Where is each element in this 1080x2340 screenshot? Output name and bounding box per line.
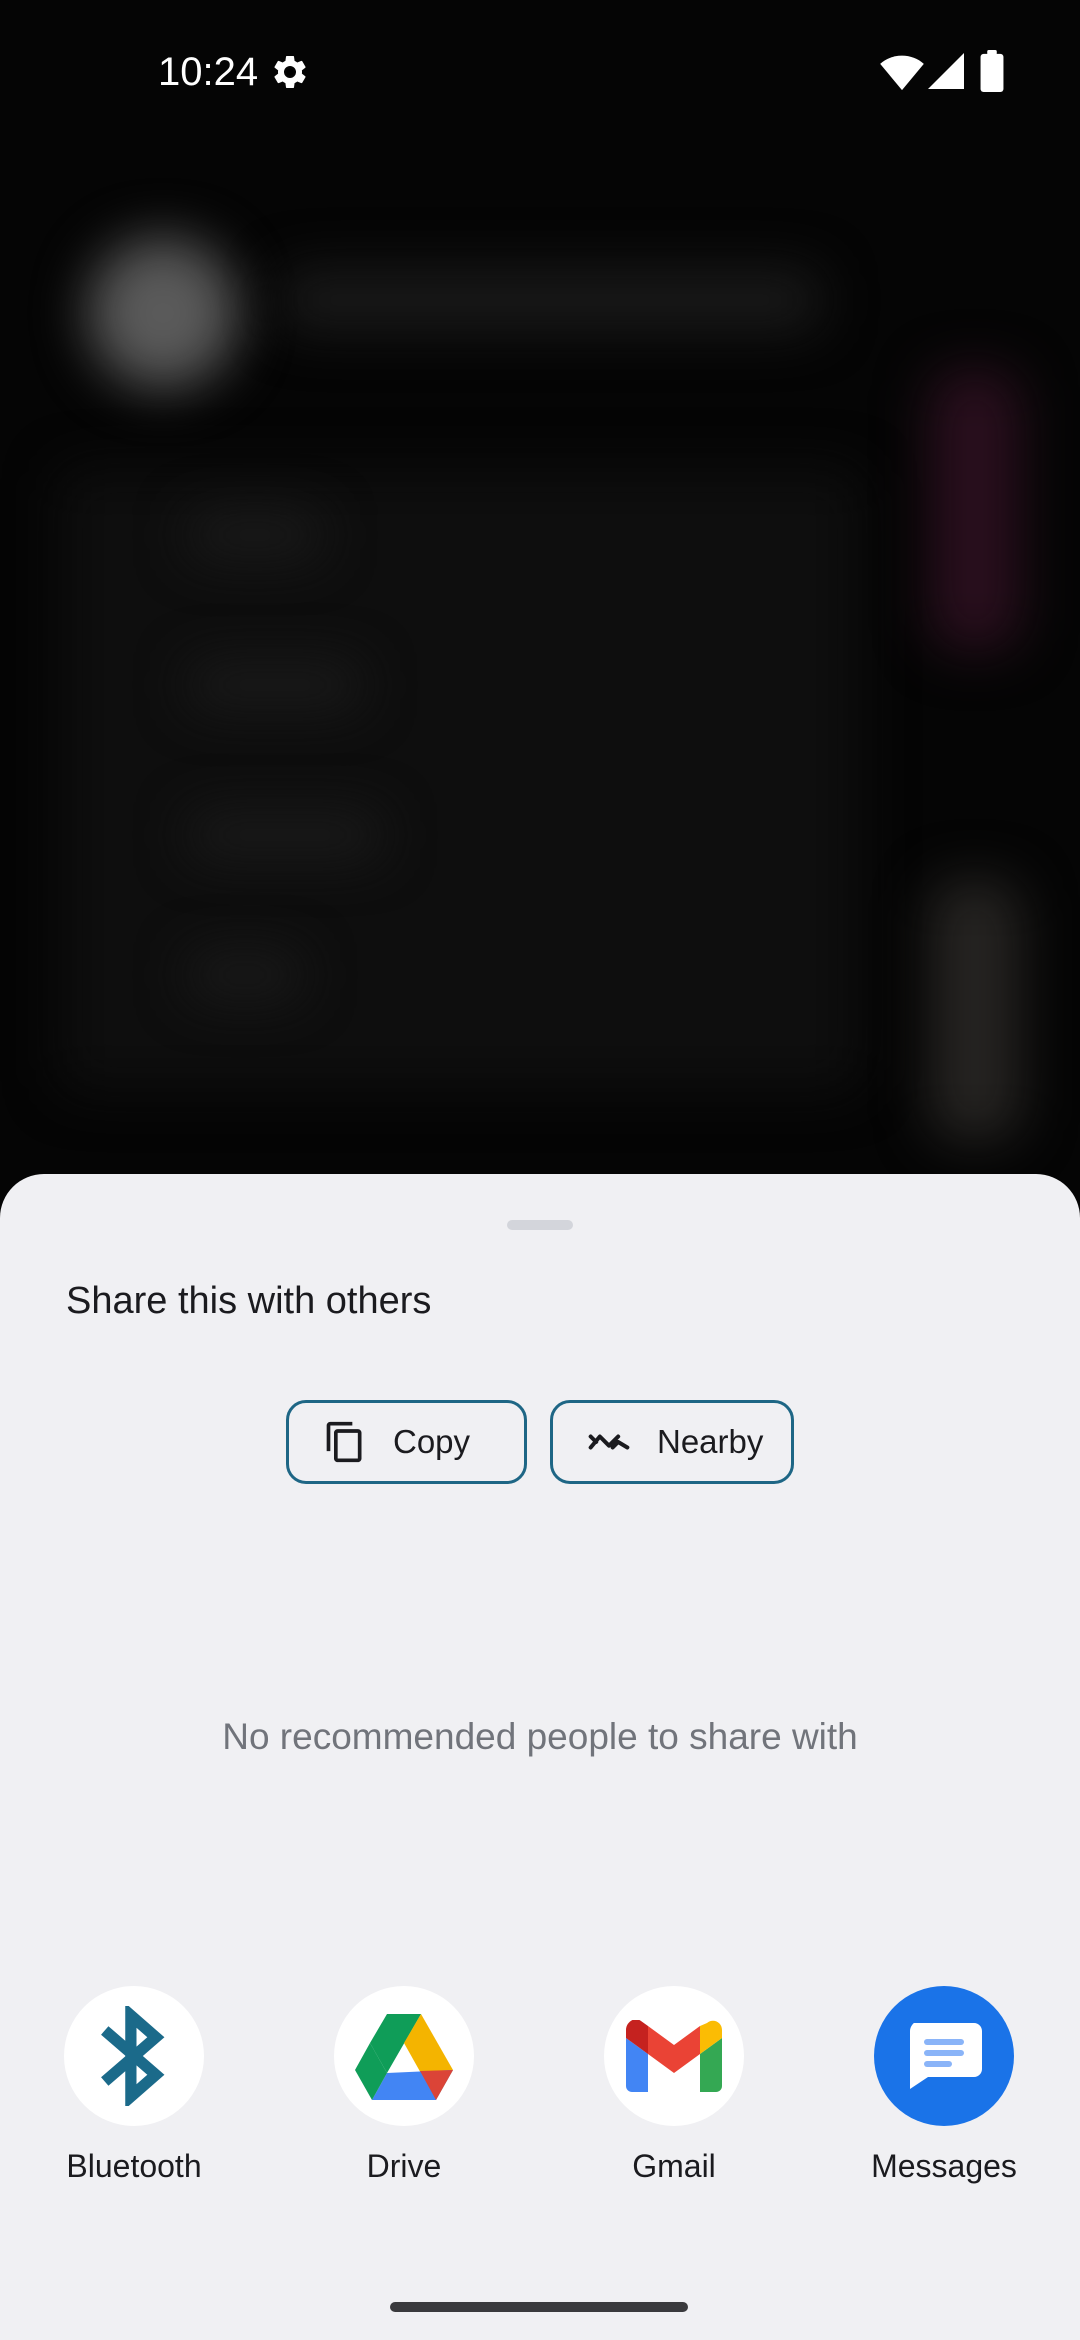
nearby-share-button-label: Nearby: [657, 1423, 764, 1460]
status-time: 10:24: [158, 50, 259, 94]
blurred-row: [190, 955, 300, 995]
blurred-content-card: [60, 470, 860, 1090]
share-target-drive[interactable]: Drive: [304, 1986, 504, 2206]
share-target-label: Drive: [366, 2148, 442, 2184]
no-recommendations-message: No recommended people to share with: [222, 1716, 858, 1757]
google-drive-icon: [355, 2014, 453, 2100]
copy-button[interactable]: Copy: [286, 1400, 527, 1484]
copy-button-label: Copy: [393, 1423, 471, 1460]
messages-icon: [910, 2023, 982, 2089]
share-target-bluetooth[interactable]: Bluetooth: [34, 1986, 234, 2206]
blurred-header: [280, 270, 820, 330]
app-icon-circle: [874, 1986, 1014, 2126]
app-icon-circle: [604, 1986, 744, 2126]
blurred-avatar: [88, 238, 238, 388]
share-target-label: Gmail: [632, 2148, 716, 2184]
blurred-accent: [930, 880, 1020, 1140]
share-target-messages[interactable]: Messages: [844, 1986, 1044, 2206]
gear-icon: [274, 55, 306, 88]
status-bar: 10:24: [0, 0, 1080, 140]
blurred-accent: [930, 370, 1020, 650]
share-target-label: Messages: [871, 2148, 1017, 2184]
share-target-label: Bluetooth: [66, 2148, 202, 2184]
sheet-title: Share this with others: [66, 1280, 432, 1322]
app-icon-circle: [64, 1986, 204, 2126]
blurred-row: [190, 665, 360, 705]
cell-signal-icon: [928, 53, 964, 89]
blurred-row: [190, 515, 320, 555]
sheet-drag-handle[interactable]: [507, 1220, 573, 1230]
blurred-row: [190, 815, 380, 855]
nearby-share-button[interactable]: Nearby: [550, 1400, 794, 1484]
nearby-share-icon: [588, 1434, 630, 1450]
app-icon-circle: [334, 1986, 474, 2126]
share-sheet: Share this with others Copy Nearby No re…: [0, 1174, 1080, 2340]
wifi-icon: [880, 55, 924, 91]
background-app-blurred: [0, 0, 1080, 1240]
battery-icon: [980, 50, 1004, 92]
copy-icon: [326, 1421, 362, 1463]
gmail-icon: [626, 2020, 722, 2092]
gesture-navigation-handle[interactable]: [390, 2302, 688, 2312]
share-target-gmail[interactable]: Gmail: [574, 1986, 774, 2206]
bluetooth-icon: [101, 2006, 165, 2106]
